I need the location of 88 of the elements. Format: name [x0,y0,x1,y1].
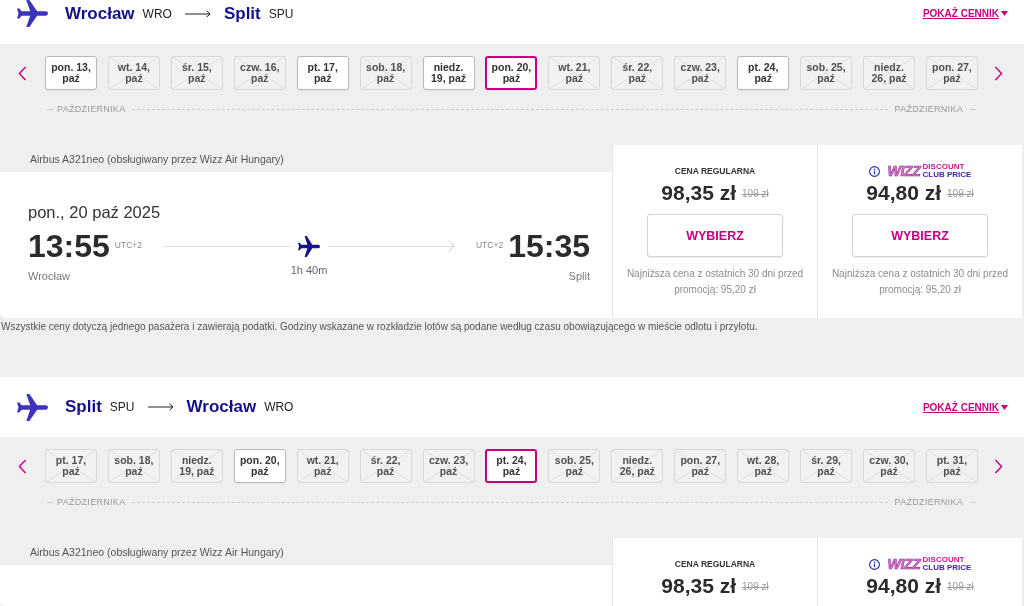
date-tile[interactable]: pt. 17, paź [296,56,349,90]
date-tile[interactable]: pon. 20, paź [485,56,538,90]
logo-tagline: CLUB PRICE [922,171,972,179]
fare-price: 94,80 zł [866,574,941,598]
date-tile[interactable]: niedz. 19, paź [170,449,223,483]
chevron-right-icon[interactable] [994,65,1003,81]
date-tile[interactable]: pt. 31, paź [925,449,978,483]
old-price: 109 zł [742,580,769,592]
logo-tagline: DISCOUNT [922,556,966,564]
fare-price: 94,80 zł [866,181,941,205]
city-name: Split [223,3,261,24]
logo-tagline: CLUB PRICE [922,564,972,572]
date-tile[interactable]: czw. 30, paź [863,449,915,483]
fare-title: CENA REGULARNA [674,559,756,569]
date-tile[interactable]: wt. 14, paź [107,56,160,90]
caret-down-icon [1001,404,1008,410]
date-tile[interactable]: pon. 13, paź [45,56,97,90]
arrow-right-icon [147,403,174,411]
fare-title: CENA REGULARNA [674,166,756,176]
date-tile[interactable]: śr. 29, paź [800,449,853,483]
old-price: 109 zł [947,187,974,199]
city-name: Wrocław [186,397,257,417]
select-button[interactable]: WYBIERZ [852,214,988,257]
city-name: Wrocław [65,3,135,24]
date-tile[interactable]: czw. 23, paź [674,56,727,90]
timezone-label: UTC+2 [114,239,142,250]
date-tile[interactable]: śr. 15, paź [170,56,223,90]
airplane-icon [17,393,48,421]
date-tile[interactable]: niedz. 19, paź [422,56,475,90]
date-tile[interactable]: wt. 21, paź [548,56,601,90]
date-tile[interactable]: czw. 16, paź [233,56,286,90]
select-button[interactable]: WYBIERZ [647,214,783,257]
arrival-time: 15:35 [508,230,590,262]
city-name: Split [65,397,102,417]
logo-wordmark: WIZZ [887,164,921,178]
logo-tagline: DISCOUNT [922,163,966,171]
month-label: PAŹDZIERNIKA [894,104,963,114]
airplane-icon [17,0,48,27]
date-tile[interactable]: wt. 21, paź [296,449,349,483]
caret-down-icon [1001,11,1008,16]
date-tile[interactable]: śr. 22, paź [611,56,664,90]
aircraft-info: Airbus A321neo (obsługiwany przez Wizz Air Hungary) [30,152,284,165]
show-price-list-link[interactable]: POKAŻ CENNIK [922,8,1008,19]
flight-date: pon., 20 paź 2025 [28,202,162,222]
arrow-right-icon [184,9,211,18]
arrival-city: Split [568,270,590,283]
date-tile[interactable]: śr. 22, paź [359,449,412,483]
airplane-icon [297,235,320,257]
lowest-price-note: Najniższa cena z ostatnich 30 dni przed promocją: 95,20 zł [830,267,1010,297]
chevron-right-icon[interactable] [994,458,1003,474]
departure-city: Wrocław [28,270,71,283]
fare-price: 98,35 zł [661,574,736,598]
flight-duration: 1h 40m [290,264,328,277]
date-tile[interactable]: pt. 17, paź [45,449,97,483]
airport-code: SPU [109,400,135,414]
date-tile[interactable]: niedz. 26, paź [611,449,664,483]
date-tile[interactable]: sob. 25, paź [548,449,601,483]
date-tile[interactable]: pt. 24, paź [737,56,790,90]
airport-code: WRO [264,400,294,414]
month-label: PAŹDZIERNIKA [57,497,126,507]
airport-code: WRO [142,6,172,21]
old-price: 109 zł [947,580,974,592]
date-tile[interactable]: niedz. 26, paź [863,56,915,90]
aircraft-info: Airbus A321neo (obsługiwany przez Wizz Air Hungary) [30,545,284,558]
old-price: 109 zł [742,187,769,199]
info-icon[interactable] [868,165,880,177]
date-tile[interactable]: sob. 25, paź [800,56,853,90]
info-icon[interactable] [868,558,880,570]
date-tile[interactable]: sob. 18, paź [107,449,160,483]
date-tile[interactable]: czw. 23, paź [422,449,475,483]
month-label: PAŹDZIERNIKA [894,497,963,507]
chevron-left-icon[interactable] [18,458,27,474]
show-price-list-link[interactable]: POKAŻ CENNIK [922,401,1008,413]
chevron-left-icon[interactable] [18,65,27,81]
lowest-price-note: Najniższa cena z ostatnich 30 dni przed promocją: 95,20 zł [625,267,805,297]
date-tile[interactable]: pon. 27, paź [674,449,727,483]
date-tile[interactable]: wt. 28, paź [737,449,790,483]
date-tile[interactable]: pon. 27, paź [925,56,978,90]
timezone-label: UTC+2 [476,239,504,250]
date-tile[interactable]: pon. 20, paź [233,449,286,483]
date-tile[interactable]: sob. 18, paź [359,56,412,90]
month-label: PAŹDZIERNIKA [57,104,126,114]
price-footnote: Wszystkie ceny dotyczą jednego pasażera i zawierają podatki. Godziny wskazane w rozkładzie lotów są podane według czasu obowiązującego w mieście odlotu i przylotu. [0,320,759,334]
airport-code: SPU [268,6,294,21]
departure-time: 13:55 [28,230,110,262]
date-tile[interactable]: pt. 24, paź [485,449,538,483]
logo-wordmark: WIZZ [887,557,921,571]
fare-price: 98,35 zł [661,181,736,205]
